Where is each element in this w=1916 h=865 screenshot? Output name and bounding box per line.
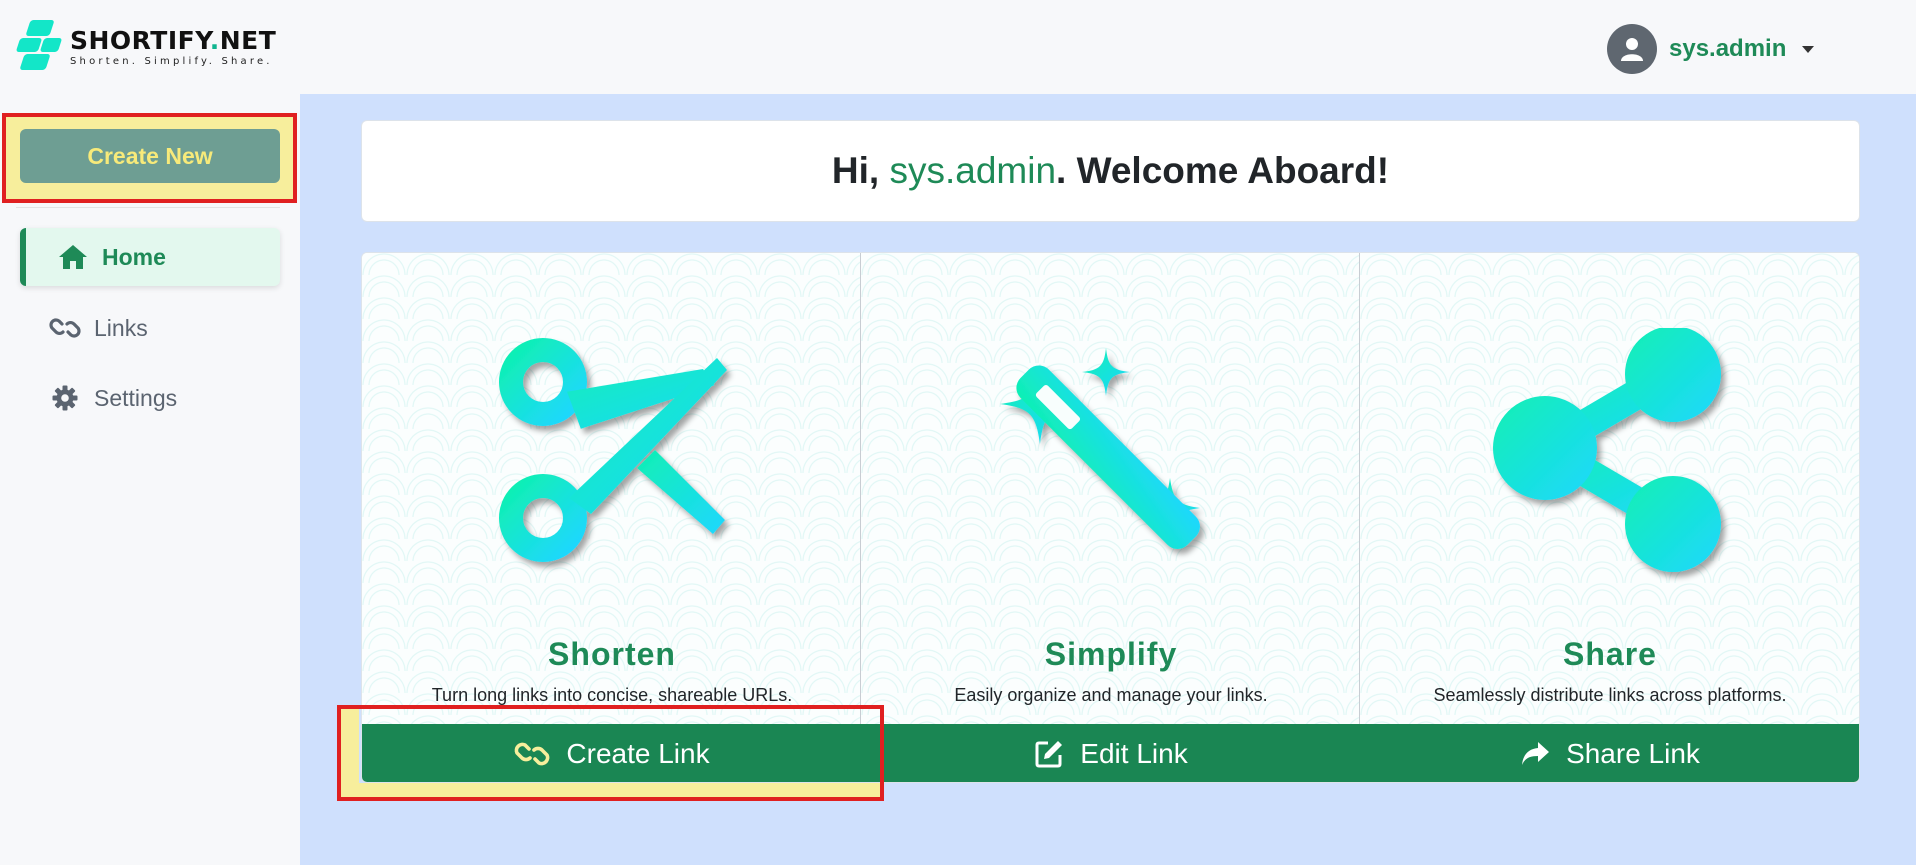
create-link-highlight-fill [341,783,880,797]
edit-link-button[interactable]: Edit Link [861,724,1361,782]
card-description: Turn long links into concise, shareable … [431,685,793,705]
link-icon [514,740,550,768]
card-description: Seamlessly distribute links across platf… [1433,685,1787,705]
card-simplify: Simplify Easily organize and manage your… [861,253,1361,782]
card-title: Share [1563,636,1657,672]
top-bar: SHORTIFY.NET Shorten. Simplify. Share. s… [0,0,1916,94]
edit-icon [1034,739,1064,769]
brand-name: SHORTIFY.NET [70,26,277,55]
card-title: Shorten [548,636,676,672]
sidebar-item-links[interactable]: Links [20,299,280,357]
feature-cards: Shorten Turn long links into concise, sh… [361,252,1860,783]
sidebar-item-home[interactable]: Home [20,228,280,286]
share-icon [1360,313,1859,593]
user-menu[interactable]: sys.admin [1607,24,1815,74]
user-name: sys.admin [1669,35,1787,62]
sidebar-item-label: Links [94,314,148,341]
welcome-username: sys.admin [889,150,1057,191]
welcome-prefix: Hi, [831,150,880,191]
scissors-icon [362,313,862,593]
button-label: Create Link [566,738,710,769]
link-icon [48,316,82,340]
gear-icon [48,385,82,411]
card-shorten: Shorten Turn long links into concise, sh… [362,253,862,782]
share-link-button[interactable]: Share Link [1360,724,1859,782]
sidebar-item-label: Home [102,243,166,270]
magic-wand-icon [861,313,1361,593]
brand-logo[interactable]: SHORTIFY.NET Shorten. Simplify. Share. [15,20,277,72]
main-content: Hi, sys.admin. Welcome Aboard! Shorten T… [300,94,1916,865]
button-label: Share Link [1566,738,1700,769]
user-icon [1607,24,1657,74]
home-icon [56,244,90,270]
sidebar: Create New Home Links Settings [0,94,300,865]
sidebar-item-label: Settings [94,384,178,411]
create-new-button[interactable]: Create New [20,129,280,183]
chevron-down-icon [1802,45,1815,53]
sidebar-item-settings[interactable]: Settings [20,369,280,427]
create-link-button[interactable]: Create Link [362,724,862,782]
share-arrow-icon [1520,740,1550,768]
divider [16,207,280,208]
welcome-suffix: . Welcome Aboard! [1056,150,1390,191]
button-label: Edit Link [1080,738,1188,769]
welcome-banner: Hi, sys.admin. Welcome Aboard! [361,120,1860,222]
brand-tagline: Shorten. Simplify. Share. [70,56,273,67]
card-title: Simplify [1044,636,1178,672]
create-new-highlight: Create New [2,113,297,203]
card-description: Easily organize and manage your links. [954,685,1268,705]
card-share: Share Seamlessly distribute links across… [1360,253,1859,782]
logo-mark-icon [15,20,64,72]
